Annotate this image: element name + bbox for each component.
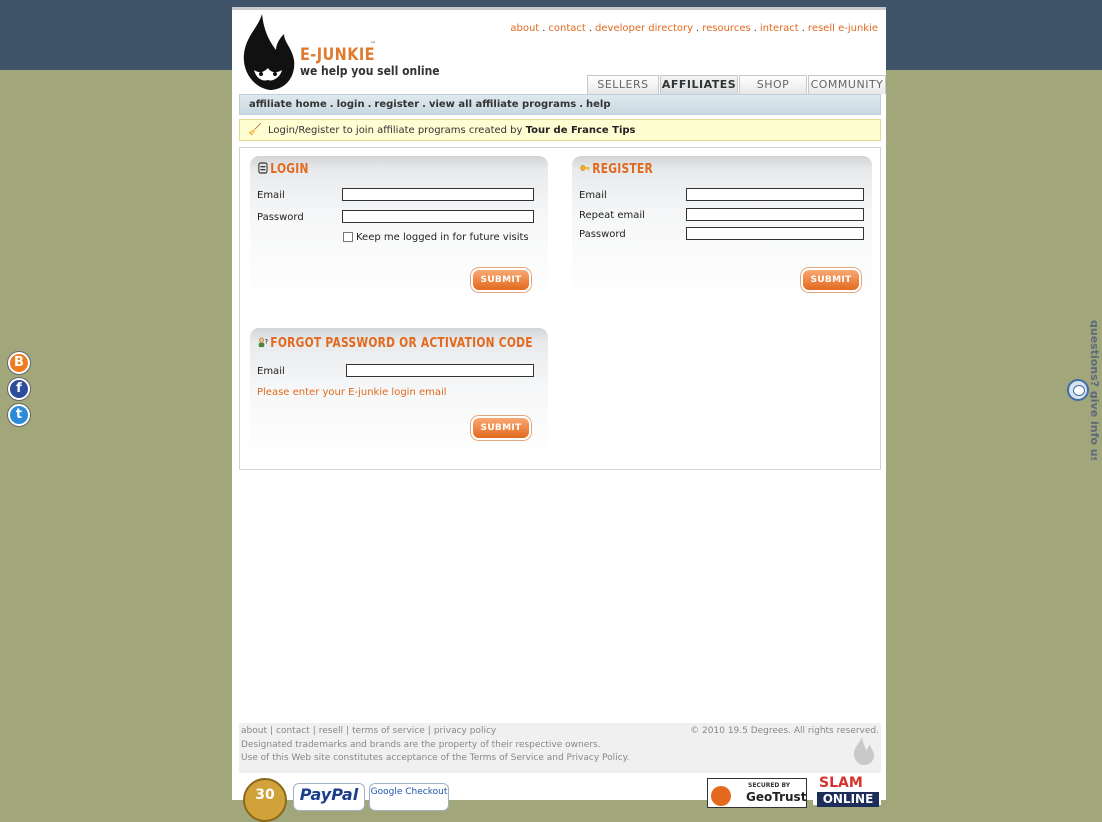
geotrust-badge[interactable]: SECURED BY GeoTrust: [707, 778, 807, 808]
sub-nav-login[interactable]: login: [337, 99, 365, 110]
trust-badges: 30 PayPal Google Checkout SECURED BY Geo…: [239, 775, 881, 822]
sub-nav-view-all[interactable]: view all affiliate programs: [429, 99, 576, 110]
register-repeat-email-label: Repeat email: [579, 210, 645, 221]
trademark-mark: ™: [370, 41, 376, 48]
lock-icon: [258, 162, 268, 174]
svg-text:?: ?: [265, 339, 268, 346]
top-nav-interact[interactable]: interact: [760, 23, 799, 34]
register-password-label: Password: [579, 229, 626, 240]
forgot-title-text: FORGOT PASSWORD OR ACTIVATION CODE: [270, 336, 533, 351]
twitter-icon[interactable]: t: [8, 404, 30, 426]
notice-text: Login/Register to join affiliate program…: [268, 125, 523, 136]
footer-flame-icon: [853, 737, 875, 765]
tab-sellers[interactable]: SELLERS: [587, 75, 659, 94]
register-password-input[interactable]: [686, 227, 864, 240]
blogger-icon[interactable]: B: [8, 352, 30, 374]
login-email-label: Email: [257, 190, 285, 201]
footer-links: about | contact | resell | terms of service | pr…: [241, 726, 497, 736]
login-email-input[interactable]: [342, 188, 534, 201]
main-tabs: SELLERS AFFILIATES SHOP COMMUNITY: [587, 75, 887, 95]
footer-link-contact[interactable]: contact: [276, 726, 310, 736]
top-nav: about. contact. developer directory. resour…: [510, 23, 878, 34]
forgot-submit-button[interactable]: SUBMIT: [471, 416, 531, 440]
top-nav-about[interactable]: about: [510, 23, 539, 34]
footer-link-privacy[interactable]: privacy policy: [434, 726, 496, 736]
top-nav-developer-directory[interactable]: developer directory: [595, 23, 693, 34]
sub-nav-register[interactable]: register: [374, 99, 419, 110]
facebook-icon[interactable]: f: [8, 378, 30, 400]
forgot-title: ? FORGOT PASSWORD OR ACTIVATION CODE: [258, 336, 533, 351]
feedback-tab-label: questions? give info us: [1090, 320, 1101, 460]
geotrust-logo-icon: [711, 786, 731, 806]
register-email-label: Email: [579, 190, 607, 201]
slam-label: SLAM: [819, 775, 863, 791]
brand-name[interactable]: E-JUNKIE: [300, 45, 375, 65]
remember-me-checkbox[interactable]: [343, 232, 353, 242]
flame-logo-icon[interactable]: [240, 14, 298, 92]
footer-link-about[interactable]: about: [241, 726, 267, 736]
footer-terms-note: Use of this Web site constitutes accepta…: [241, 753, 630, 763]
content-box: LOGIN Email Password Keep me logged in f…: [239, 147, 881, 470]
top-nav-resources[interactable]: resources: [702, 23, 750, 34]
sub-nav-affiliate-home[interactable]: affiliate home: [249, 99, 327, 110]
register-email-input[interactable]: [686, 188, 864, 201]
login-submit-button[interactable]: SUBMIT: [471, 268, 531, 292]
login-password-label: Password: [257, 212, 304, 223]
tab-community[interactable]: COMMUNITY: [808, 75, 886, 94]
page-top-line: [232, 7, 886, 10]
footer: about | contact | resell | terms of service | pr…: [239, 723, 881, 773]
geotrust-label: GeoTrust: [746, 790, 807, 804]
register-repeat-email-input[interactable]: [686, 208, 864, 221]
footer-trademark-note: Designated trademarks and brands are the…: [241, 740, 601, 750]
remember-me-label[interactable]: Keep me logged in for future visits: [356, 232, 529, 243]
money-back-badge: 30: [243, 778, 287, 822]
feedback-tab[interactable]: questions? give info us: [1090, 320, 1102, 460]
login-panel: LOGIN Email Password Keep me logged in f…: [250, 156, 548, 306]
broom-icon: 🧹: [248, 123, 262, 136]
google-checkout-badge: Google Checkout: [369, 783, 449, 811]
register-panel: REGISTER Email Repeat email Password SUB…: [572, 156, 872, 306]
login-password-input[interactable]: [342, 210, 534, 223]
paypal-badge: PayPal: [293, 783, 365, 811]
footer-copyright: © 2010 19.5 Degrees. All rights reserved…: [690, 726, 879, 736]
login-title-text: LOGIN: [270, 162, 309, 177]
brand-tagline: we help you sell online: [300, 64, 440, 78]
top-nav-contact[interactable]: contact: [548, 23, 585, 34]
notice-bar: 🧹 Login/Register to join affiliate progra…: [239, 119, 881, 141]
forgot-email-input[interactable]: [346, 364, 534, 377]
page-container: E-JUNKIE ™ we help you sell online about…: [232, 7, 887, 822]
footer-link-terms[interactable]: terms of service: [352, 726, 425, 736]
forgot-password-panel: ? FORGOT PASSWORD OR ACTIVATION CODE Emai…: [250, 328, 548, 458]
user-help-icon: ?: [258, 337, 268, 348]
login-title: LOGIN: [258, 162, 309, 177]
notice-program-name: Tour de France Tips: [525, 125, 636, 136]
register-title-text: REGISTER: [592, 162, 653, 177]
footer-link-resell[interactable]: resell: [319, 726, 343, 736]
key-icon: [580, 165, 590, 171]
geotrust-secured-by: SECURED BY: [748, 782, 791, 789]
slam-online-badge[interactable]: SLAM ONLINE: [813, 775, 881, 807]
register-submit-button[interactable]: SUBMIT: [801, 268, 861, 292]
tab-shop[interactable]: SHOP: [739, 75, 807, 94]
forgot-email-hint: Please enter your E-junkie login email: [257, 387, 447, 398]
sub-nav-help[interactable]: help: [586, 99, 611, 110]
affiliate-sub-nav: affiliate home. login. register. view all a…: [239, 94, 881, 115]
tab-affiliates[interactable]: AFFILIATES: [660, 75, 738, 94]
feedback-icon[interactable]: [1067, 379, 1089, 401]
register-title: REGISTER: [580, 162, 653, 177]
top-nav-resell[interactable]: resell e-junkie: [808, 23, 878, 34]
forgot-email-label: Email: [257, 366, 285, 377]
